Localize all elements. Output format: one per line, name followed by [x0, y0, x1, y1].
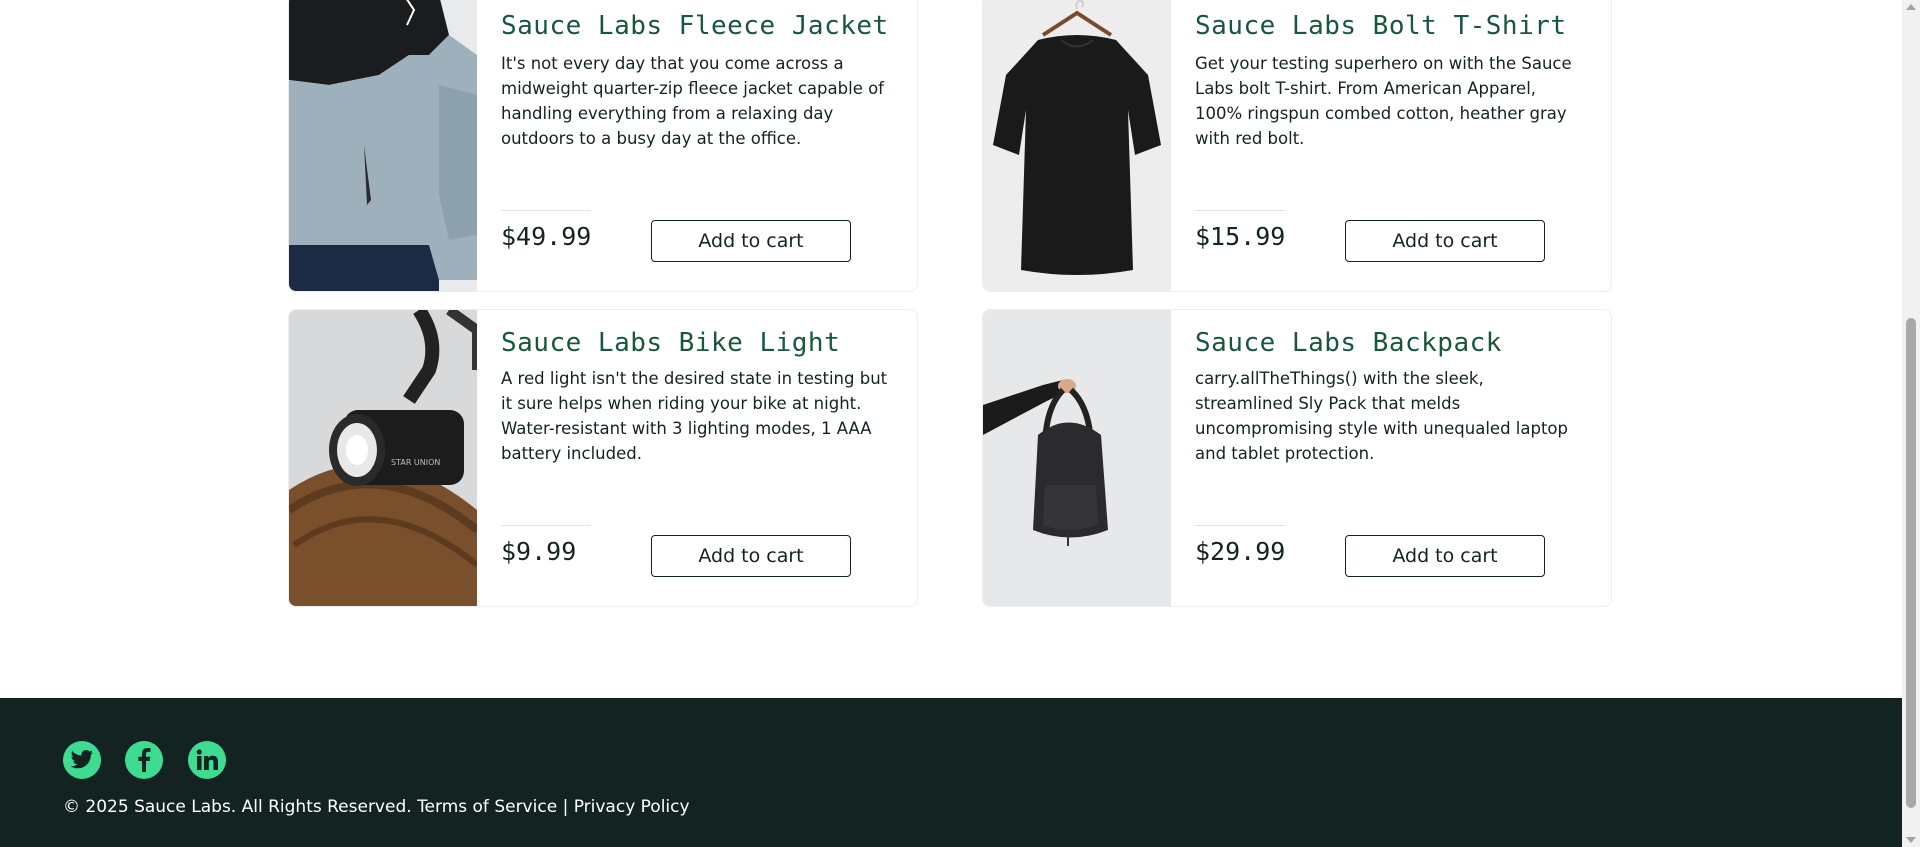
page: Sauce Labs Fleece Jacket It's not every …: [0, 0, 1920, 847]
privacy-policy-link[interactable]: Privacy Policy: [574, 797, 690, 817]
footer-separator: |: [562, 797, 569, 817]
bike-light-brand-text: STAR UNION: [391, 458, 440, 467]
product-name[interactable]: Sauce Labs Fleece Jacket: [501, 11, 889, 41]
product-image-fleece-jacket[interactable]: [289, 0, 477, 291]
scroll-up-arrow-icon[interactable]: [1906, 4, 1916, 10]
copyright-text: © 2025 Sauce Labs. All Rights Reserved.: [63, 797, 412, 817]
product-description: It's not every day that you come across …: [501, 54, 884, 148]
linkedin-icon[interactable]: [188, 741, 226, 779]
inventory-item-bike-light: STAR UNION Sauce Labs Bike Light A red l…: [288, 309, 918, 607]
inventory-item-bolt-tshirt: Sauce Labs Bolt T-Shirt Get your testing…: [982, 0, 1612, 292]
add-to-cart-button[interactable]: Add to cart: [651, 220, 851, 262]
product-image-backpack[interactable]: [983, 310, 1171, 606]
product-price: $29.99: [1195, 537, 1286, 566]
terms-of-service-link[interactable]: Terms of Service: [417, 797, 557, 817]
product-name[interactable]: Sauce Labs Bike Light: [501, 328, 840, 358]
add-to-cart-button[interactable]: Add to cart: [1345, 220, 1545, 262]
footer-copy: © 2025 Sauce Labs. All Rights Reserved. …: [63, 797, 690, 817]
inventory-item-backpack: Sauce Labs Backpack carry.allTheThings()…: [982, 309, 1612, 607]
price-divider: [1195, 210, 1285, 211]
product-price: $9.99: [501, 537, 577, 566]
add-to-cart-button[interactable]: Add to cart: [651, 535, 851, 577]
price-divider: [1195, 525, 1285, 526]
product-name[interactable]: Sauce Labs Bolt T-Shirt: [1195, 11, 1567, 41]
product-price: $15.99: [1195, 222, 1286, 251]
vertical-scrollbar[interactable]: [1902, 0, 1920, 847]
scrollbar-thumb[interactable]: [1906, 318, 1916, 808]
product-price: $49.99: [501, 222, 592, 251]
product-description: carry.allTheThings() with the sleek, str…: [1195, 369, 1568, 463]
product-description: A red light isn't the desired state in t…: [501, 369, 888, 463]
price-divider: [501, 525, 591, 526]
product-details: Sauce Labs Fleece Jacket It's not every …: [501, 0, 893, 291]
product-details: Sauce Labs Bike Light A red light isn't …: [501, 310, 893, 606]
inventory-item-fleece-jacket: Sauce Labs Fleece Jacket It's not every …: [288, 0, 918, 292]
product-details: Sauce Labs Backpack carry.allTheThings()…: [1195, 310, 1587, 606]
footer: © 2025 Sauce Labs. All Rights Reserved. …: [0, 698, 1902, 847]
add-to-cart-button[interactable]: Add to cart: [1345, 535, 1545, 577]
price-divider: [501, 210, 591, 211]
scroll-down-arrow-icon[interactable]: [1906, 837, 1916, 843]
product-image-bolt-tshirt[interactable]: [983, 0, 1171, 291]
twitter-icon[interactable]: [63, 741, 101, 779]
product-details: Sauce Labs Bolt T-Shirt Get your testing…: [1195, 0, 1587, 291]
facebook-icon[interactable]: [125, 741, 163, 779]
product-image-bike-light[interactable]: STAR UNION: [289, 310, 477, 606]
product-description: Get your testing superhero on with the S…: [1195, 54, 1572, 148]
product-name[interactable]: Sauce Labs Backpack: [1195, 328, 1502, 358]
